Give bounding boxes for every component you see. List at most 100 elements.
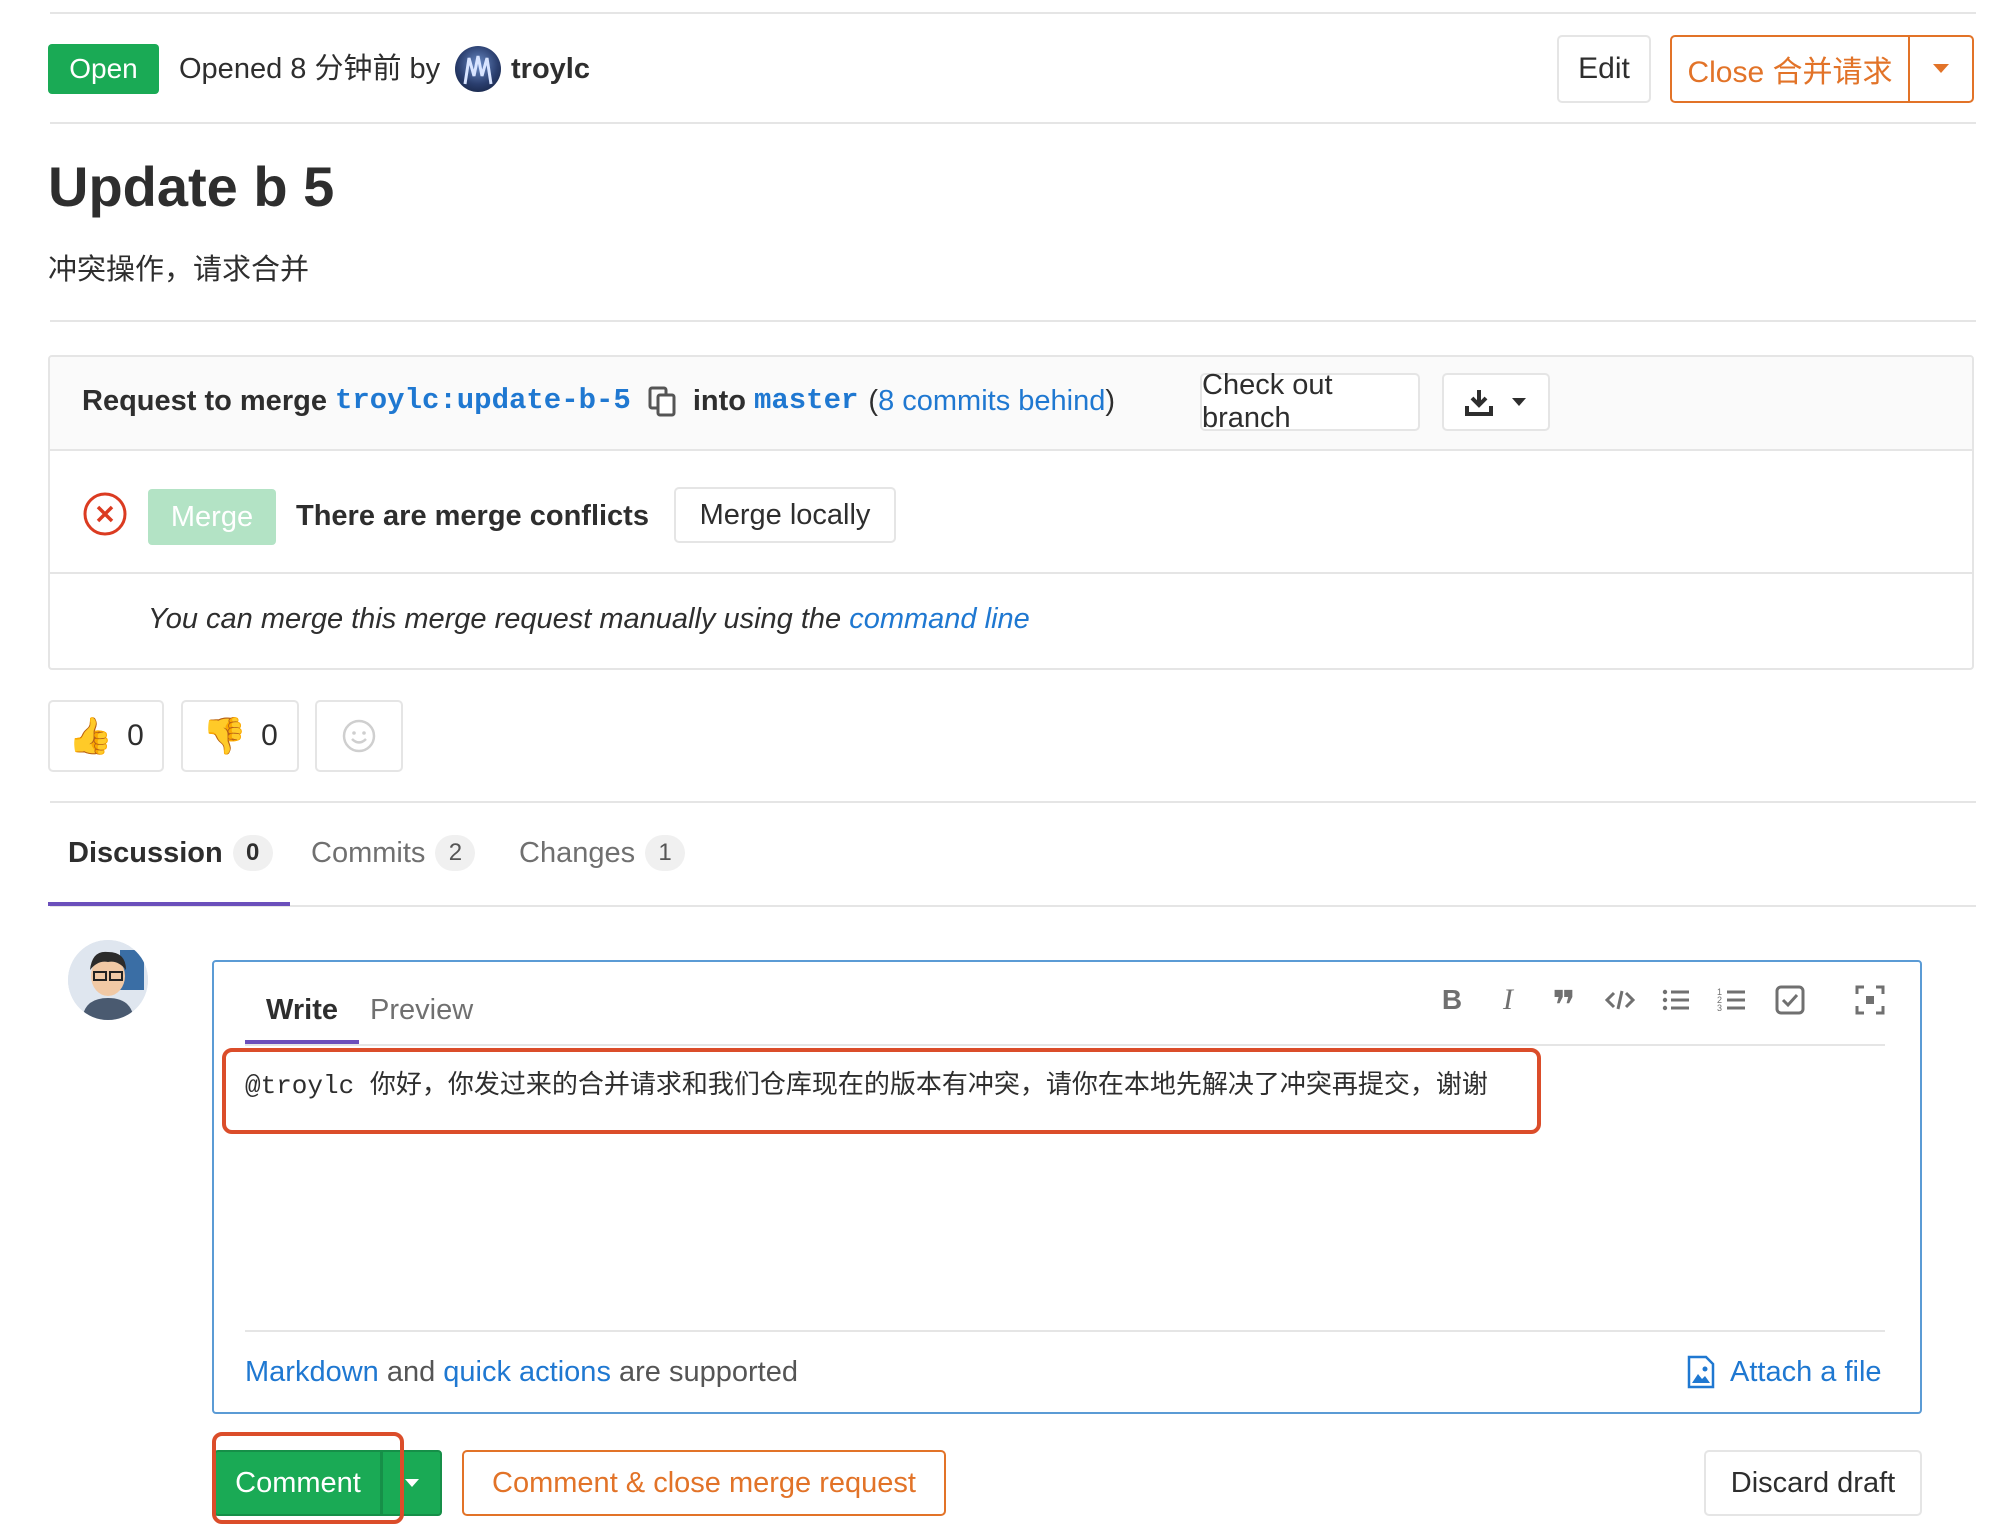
- image-file-icon: [1687, 1355, 1715, 1389]
- top-divider: [50, 12, 1976, 14]
- check-out-branch-label: Check out branch: [1202, 369, 1333, 434]
- tab-changes-label: Changes: [519, 836, 636, 869]
- thumbsdown-award-button[interactable]: 👎 0: [181, 700, 299, 772]
- editor-tabs-divider: [245, 1044, 1885, 1046]
- italic-button[interactable]: I: [1490, 982, 1526, 1018]
- markdown-help-text: Markdown and quick actions are supported: [245, 1352, 798, 1392]
- caret-down-icon: [404, 1479, 419, 1487]
- code-icon: [1604, 990, 1636, 1010]
- tab-discussion-label: Discussion: [68, 836, 223, 869]
- status-badge: Open: [48, 44, 159, 94]
- caret-down-icon: [1512, 398, 1526, 406]
- thumbsup-icon: 👍: [68, 715, 114, 756]
- thumbsup-count: 0: [127, 719, 144, 752]
- discard-draft-button[interactable]: Discard draft: [1704, 1450, 1922, 1516]
- quote-button[interactable]: ❞: [1546, 982, 1582, 1026]
- tab-preview[interactable]: Preview: [370, 980, 473, 1040]
- check-out-branch-button[interactable]: Check out branch: [1200, 369, 1420, 434]
- behind-close-paren: ): [1105, 385, 1116, 417]
- copy-icon[interactable]: [647, 385, 677, 417]
- quick-actions-link[interactable]: quick actions: [443, 1356, 611, 1388]
- tabs-bottom-border: [50, 905, 1976, 907]
- quote-icon: ❞: [1552, 984, 1576, 1028]
- edit-button[interactable]: Edit: [1557, 35, 1651, 103]
- comment-and-close-label: Comment & close merge request: [492, 1466, 916, 1499]
- opened-text: Opened 8 分钟前 by: [179, 53, 441, 85]
- author-avatar[interactable]: [455, 46, 501, 92]
- description-divider: [50, 320, 1976, 322]
- mr-description: 冲突操作，请求合并: [48, 254, 310, 286]
- merge-locally-button[interactable]: Merge locally: [674, 487, 896, 543]
- tab-discussion[interactable]: Discussion 0: [68, 830, 273, 876]
- tab-commits[interactable]: Commits 2: [311, 830, 476, 876]
- awards-divider: [50, 801, 1976, 803]
- comment-and-close-button[interactable]: Comment & close merge request: [462, 1450, 946, 1516]
- tab-write[interactable]: Write: [245, 980, 359, 1044]
- merge-conflicts-text: There are merge conflicts: [296, 500, 649, 532]
- add-reaction-button[interactable]: [315, 700, 403, 772]
- close-merge-request-label: Close 合并请求: [1687, 56, 1893, 89]
- merge-button-disabled: Merge: [148, 489, 276, 545]
- tab-commits-count: 2: [435, 835, 476, 871]
- and-label: and: [386, 1356, 436, 1388]
- tab-commits-label: Commits: [311, 836, 426, 869]
- active-tab-indicator: [48, 902, 290, 906]
- error-circle-icon: [83, 492, 127, 536]
- merge-info-line: Request to merge troylc:update-b-5 into …: [82, 381, 1115, 421]
- task-list-button[interactable]: [1772, 982, 1808, 1018]
- bold-button[interactable]: B: [1434, 982, 1470, 1018]
- download-dropdown-button[interactable]: [1442, 373, 1550, 431]
- behind-open-paren: (: [868, 385, 879, 417]
- thumbsdown-icon: 👎: [202, 715, 248, 756]
- header-divider: [50, 122, 1976, 124]
- numbered-list-icon: 1 2 3: [1717, 987, 1745, 1013]
- bulleted-list-button[interactable]: [1658, 982, 1694, 1018]
- manual-merge-text: You can merge this merge request manuall…: [148, 599, 1030, 639]
- bulleted-list-icon: [1662, 989, 1689, 1011]
- close-merge-request-button[interactable]: Close 合并请求: [1670, 35, 1910, 103]
- current-user-avatar-art: [68, 940, 148, 1020]
- numbered-list-button[interactable]: 1 2 3: [1714, 982, 1750, 1018]
- close-dropdown-toggle[interactable]: [1908, 35, 1974, 103]
- author-link[interactable]: troylc: [511, 50, 590, 88]
- caret-down-icon: [1933, 64, 1949, 73]
- smiley-icon: [342, 719, 376, 753]
- thumbsup-award-button[interactable]: 👍 0: [48, 700, 164, 772]
- command-line-link[interactable]: command line: [849, 603, 1030, 635]
- italic-icon: I: [1503, 983, 1513, 1016]
- thumbsdown-count: 0: [261, 719, 278, 752]
- into-label: into: [692, 385, 746, 417]
- edit-button-label: Edit: [1578, 52, 1630, 85]
- discard-draft-label: Discard draft: [1730, 1466, 1896, 1499]
- highlight-annotation-comment: [212, 1432, 404, 1524]
- page-title: Update b 5: [48, 155, 335, 218]
- tab-changes[interactable]: Changes 1: [519, 830, 686, 876]
- manual-merge-divider: [50, 572, 1972, 574]
- current-user-avatar[interactable]: [68, 940, 148, 1020]
- merge-widget: Request to merge troylc:update-b-5 into …: [48, 355, 1974, 670]
- bold-icon: B: [1441, 984, 1463, 1015]
- supported-label: are supported: [619, 1356, 798, 1388]
- author-avatar-art: [463, 55, 493, 85]
- tab-discussion-count: 0: [232, 835, 273, 871]
- svg-text:3: 3: [1717, 1003, 1722, 1013]
- fullscreen-button[interactable]: [1852, 982, 1888, 1018]
- request-to-merge-label: Request to merge: [82, 385, 327, 417]
- manual-merge-label: You can merge this merge request manuall…: [148, 603, 842, 635]
- status-badge-label: Open: [69, 53, 138, 84]
- commits-behind-link[interactable]: 8 commits behind: [878, 381, 1105, 421]
- target-branch-link[interactable]: master: [754, 381, 858, 421]
- tab-write-label: Write: [266, 993, 338, 1026]
- markdown-link[interactable]: Markdown: [245, 1356, 379, 1388]
- download-icon: [1465, 390, 1493, 416]
- merge-locally-label: Merge locally: [699, 498, 871, 531]
- attach-file-button[interactable]: Attach a file: [1686, 1352, 1882, 1392]
- merge-button-label: Merge: [170, 500, 254, 533]
- fullscreen-icon: [1855, 985, 1885, 1015]
- attach-file-label: Attach a file: [1730, 1356, 1882, 1388]
- tab-preview-label: Preview: [370, 993, 474, 1026]
- tab-changes-count: 1: [645, 835, 686, 871]
- task-list-icon: [1775, 985, 1805, 1015]
- code-button[interactable]: [1602, 982, 1638, 1018]
- source-branch-link[interactable]: troylc:update-b-5: [335, 381, 631, 421]
